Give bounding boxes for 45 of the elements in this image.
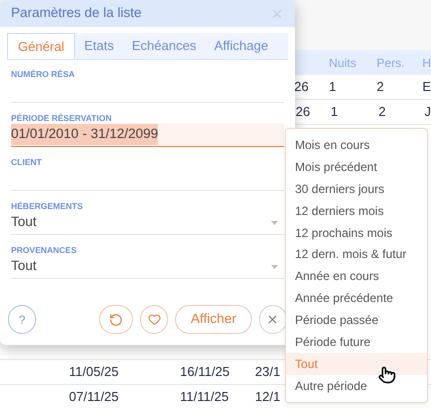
caret-icon bbox=[271, 220, 278, 224]
table-cell-text: 1 bbox=[328, 78, 338, 96]
table-cell-text: 12/1 bbox=[255, 388, 280, 406]
reset-button[interactable] bbox=[99, 305, 134, 334]
table-cell-text: J bbox=[424, 103, 431, 122]
menu-item[interactable]: Autre période bbox=[286, 374, 427, 397]
input-field[interactable]: 01/01/2010 - 31/12/2099 bbox=[11, 123, 284, 147]
menu-item[interactable]: Mois précédent bbox=[286, 156, 427, 178]
table-cell-text: 1 bbox=[330, 103, 339, 122]
table-cell-text: 2 bbox=[376, 78, 385, 96]
field-label: PÉRIODE RÉSERVATION bbox=[11, 113, 113, 123]
hand-cursor-icon bbox=[378, 365, 396, 385]
field-label: PROVENANCES bbox=[11, 245, 78, 255]
table-cell-text: E bbox=[422, 78, 431, 96]
menu-item[interactable]: Année précédente bbox=[286, 287, 427, 310]
heart-icon bbox=[148, 313, 161, 326]
menu-item[interactable]: Année en cours bbox=[286, 265, 427, 288]
select-field[interactable]: Tout bbox=[11, 255, 284, 279]
close-icon bbox=[266, 313, 280, 326]
favorite-button[interactable] bbox=[140, 305, 168, 334]
column-header: H bbox=[422, 54, 431, 72]
table-cell-text: 26 bbox=[294, 78, 310, 96]
table-cell-text: 26 bbox=[296, 103, 312, 122]
field-label: CLIENT bbox=[11, 157, 43, 167]
menu-item[interactable]: 12 prochains mois bbox=[286, 222, 427, 244]
table-cell-text: 16/11/25 bbox=[180, 363, 231, 382]
field-label: HÉBERGEMENTS bbox=[11, 201, 84, 211]
dialog-title: Paramètres de la liste bbox=[11, 4, 142, 22]
field-label: NUMÉRO RÉSA bbox=[11, 69, 76, 79]
menu-item[interactable]: Période future bbox=[286, 331, 427, 353]
menu-item[interactable]: Mois en cours bbox=[286, 134, 427, 156]
table-cell-text: 11/11/25 bbox=[180, 388, 230, 406]
menu-item[interactable]: 12 dern. mois & futur bbox=[286, 243, 427, 266]
menu-item[interactable]: 12 derniers mois bbox=[286, 200, 427, 222]
menu-item[interactable]: Période passée bbox=[286, 309, 427, 332]
column-header: Pers. bbox=[376, 54, 406, 72]
select-field[interactable]: Tout bbox=[11, 211, 284, 235]
table-cell-text: 07/11/25 bbox=[69, 388, 120, 406]
table-cell-text: 2 bbox=[378, 103, 387, 122]
table-cell-text: 11/05/25 bbox=[69, 363, 120, 382]
menu-item[interactable]: 30 derniers jours bbox=[286, 178, 427, 200]
caret-icon bbox=[271, 264, 278, 268]
reset-icon bbox=[109, 312, 124, 326]
table-cell-text: 23/1 bbox=[255, 363, 280, 382]
column-header: Nuits bbox=[328, 54, 358, 72]
